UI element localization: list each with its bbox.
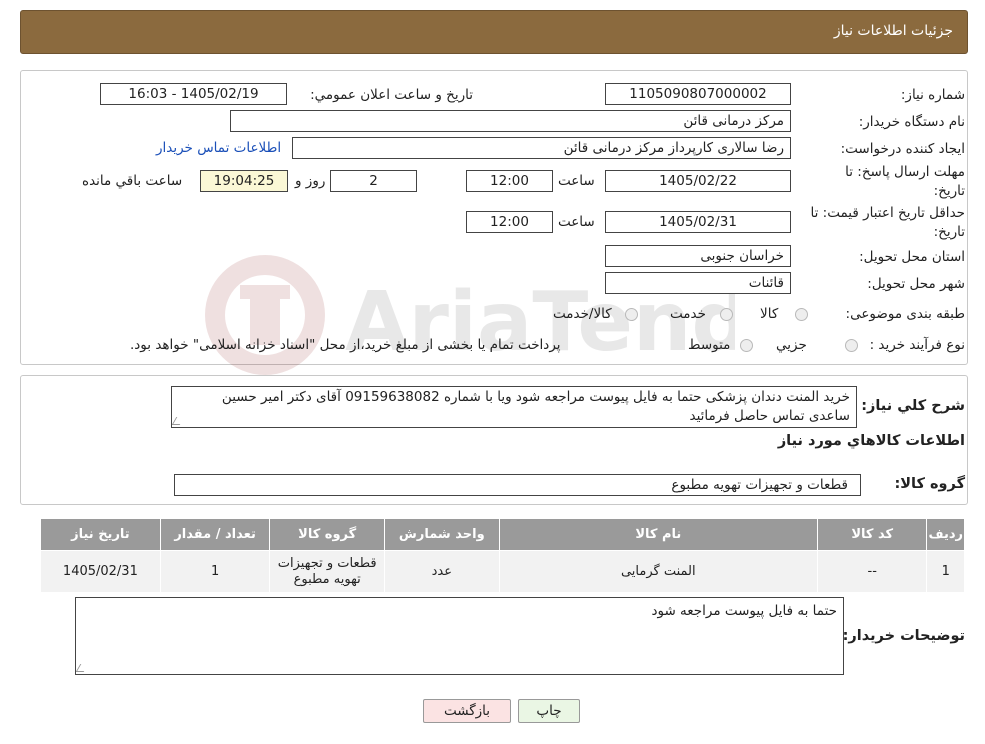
announce-label: تاریخ و ساعت اعلان عمومي: xyxy=(310,87,473,103)
resize-grip-icon[interactable] xyxy=(172,417,185,425)
col-name: نام کالا xyxy=(498,518,818,551)
reply-time-field: 12:00 xyxy=(466,170,553,192)
province-label: استان محل تحويل: xyxy=(859,249,965,265)
col-date: تاريخ نياز xyxy=(40,518,161,551)
description-textarea[interactable]: خرید المنت دندان پزشکی حتما به فایل پیوس… xyxy=(171,386,857,428)
goods-group-value: قطعات و تجهيزات تهويه مطبوع xyxy=(671,477,848,493)
print-button[interactable]: چاپ xyxy=(518,699,580,723)
goods-group-label: گروه کالا: xyxy=(894,476,965,492)
cell-date: 1405/02/31 xyxy=(40,550,161,593)
goods-group-field: قطعات و تجهيزات تهويه مطبوع xyxy=(174,474,861,496)
city-field: قائنات xyxy=(605,272,791,294)
items-section-title: اطلاعات کالاهاي مورد نياز xyxy=(777,433,965,449)
validity-label-2: تاريخ: xyxy=(933,224,965,240)
col-group: گروه کالا xyxy=(269,518,385,551)
need-number-field: 1105090807000002 xyxy=(605,83,791,105)
category-option-service: خدمت xyxy=(670,306,706,322)
reply-date-field: 1405/02/22 xyxy=(605,170,791,192)
col-unit: واحد شمارش xyxy=(383,518,500,551)
buyer-notes-textarea[interactable]: حتما به فایل پیوست مراجعه شود xyxy=(75,597,844,675)
remaining-time-label: ساعت باقي مانده xyxy=(82,173,183,189)
cell-unit: عدد xyxy=(383,550,500,593)
reply-deadline-label-2: تاریخ: xyxy=(933,183,965,199)
validity-label: حداقل تاريخ اعتبار قيمت: تا xyxy=(810,205,965,221)
resize-grip-icon[interactable] xyxy=(76,664,89,672)
page-title: جزئیات اطلاعات نیاز xyxy=(833,23,953,39)
remaining-time-field: 19:04:25 xyxy=(200,170,288,192)
col-quantity: تعداد / مقدار xyxy=(159,518,271,551)
table-row: 1 -- المنت گرمایی عدد قطعات و تجهيزات ته… xyxy=(40,550,965,593)
validity-time-label: ساعت xyxy=(558,214,595,230)
description-text: خرید المنت دندان پزشکی حتما به فایل پیوس… xyxy=(221,389,850,424)
cell-quantity: 1 xyxy=(159,550,271,593)
category-radio-goods-service[interactable] xyxy=(625,308,638,321)
back-button[interactable]: بازگشت xyxy=(423,699,511,723)
process-option-medium: متوسط xyxy=(688,337,731,353)
buyer-contact-link[interactable]: اطلاعات تماس خريدار xyxy=(156,140,281,156)
validity-time-field: 12:00 xyxy=(466,211,553,233)
province-field: خراسان جنوبی xyxy=(605,245,791,267)
col-code: کد کالا xyxy=(816,518,928,551)
items-table: رديف کد کالا نام کالا واحد شمارش گروه کا… xyxy=(40,518,965,593)
cell-row: 1 xyxy=(926,550,965,593)
days-remaining-field: 2 xyxy=(330,170,417,192)
reply-deadline-label: مهلت ارسال پاسخ: تا xyxy=(845,164,965,180)
process-label: نوع فرآيند خريد : xyxy=(869,337,965,353)
process-option-small: جزيي xyxy=(776,337,807,353)
process-note: پرداخت تمام يا بخشی از مبلغ خريد،از محل … xyxy=(130,337,561,353)
category-label: طبقه بندی موضوعی: xyxy=(845,306,965,322)
category-option-goods-service: کالا/خدمت xyxy=(553,306,612,322)
validity-date-field: 1405/02/31 xyxy=(605,211,791,233)
buyer-notes-text: حتما به فایل پیوست مراجعه شود xyxy=(651,603,837,619)
buyer-org-label: نام دستگاه خريدار: xyxy=(858,114,965,130)
table-header-row: رديف کد کالا نام کالا واحد شمارش گروه کا… xyxy=(40,518,965,551)
category-radio-service[interactable] xyxy=(720,308,733,321)
description-label: شرح کلي نياز: xyxy=(861,398,965,414)
days-label: روز و xyxy=(295,173,326,189)
buyer-org-field: مرکز درمانی قائن xyxy=(230,110,791,132)
process-radio-small[interactable] xyxy=(845,339,858,352)
header-bar: جزئیات اطلاعات نیاز xyxy=(20,10,968,54)
cell-code: -- xyxy=(816,550,928,593)
process-radio-medium[interactable] xyxy=(740,339,753,352)
announce-date-field: 1405/02/19 - 16:03 xyxy=(100,83,287,105)
reply-time-label: ساعت xyxy=(558,173,595,189)
need-number-label: شماره نیاز: xyxy=(900,87,965,103)
category-radio-goods[interactable] xyxy=(795,308,808,321)
cell-group: قطعات و تجهيزات تهويه مطبوع xyxy=(269,550,385,593)
category-option-goods: کالا xyxy=(760,306,779,322)
buyer-notes-label: توضيحات خريدار: xyxy=(842,628,965,644)
city-label: شهر محل تحويل: xyxy=(867,276,965,292)
creator-field: رضا سالاری کارپرداز مرکز درمانی قائن xyxy=(292,137,791,159)
creator-label: ايجاد کننده درخواست: xyxy=(840,141,965,157)
col-row: رديف xyxy=(926,518,965,551)
cell-name: المنت گرمایی xyxy=(498,550,818,593)
